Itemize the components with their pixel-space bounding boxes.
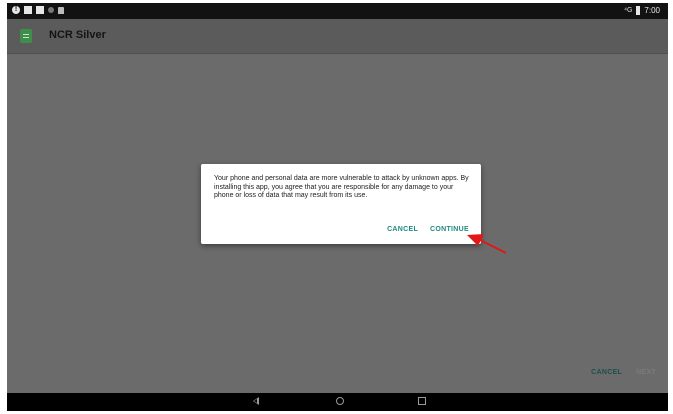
status-bar: ! ⁴G 7:00 xyxy=(7,3,668,19)
security-warning-dialog: Your phone and personal data are more vu… xyxy=(201,164,481,244)
installer-screen: NCR Silver CANCEL NEXT Your phone and pe… xyxy=(7,19,668,393)
bottom-next-button[interactable]: NEXT xyxy=(636,369,656,376)
signal-icon: ⁴G xyxy=(623,7,633,14)
bottom-cancel-button[interactable]: CANCEL xyxy=(591,369,622,376)
battery-icon xyxy=(636,6,641,15)
dialog-message: Your phone and personal data are more vu… xyxy=(214,175,469,200)
dialog-cancel-button[interactable]: CANCEL xyxy=(387,226,418,233)
dialog-actions: CANCEL CONTINUE xyxy=(387,226,469,233)
app-title: NCR Silver xyxy=(49,29,106,41)
notification-icon xyxy=(36,6,44,14)
home-icon[interactable] xyxy=(336,397,344,405)
bottom-actions: CANCEL NEXT xyxy=(591,369,656,376)
alert-icon: ! xyxy=(12,6,20,14)
dialog-continue-button[interactable]: CONTINUE xyxy=(430,226,469,233)
status-system: ⁴G 7:00 xyxy=(624,6,660,15)
app-bar: NCR Silver xyxy=(7,19,668,54)
clock: 7:00 xyxy=(644,6,660,15)
device-frame: ! ⁴G 7:00 NCR Silver CANCEL NEXT Your ph… xyxy=(7,3,668,411)
navigation-bar xyxy=(7,393,668,411)
notification-icon xyxy=(24,6,32,14)
back-icon[interactable] xyxy=(253,397,259,405)
app-icon xyxy=(20,29,32,43)
notification-icon xyxy=(48,7,54,13)
status-notifications: ! xyxy=(12,6,64,14)
download-icon xyxy=(58,6,64,14)
recents-icon[interactable] xyxy=(418,397,426,405)
